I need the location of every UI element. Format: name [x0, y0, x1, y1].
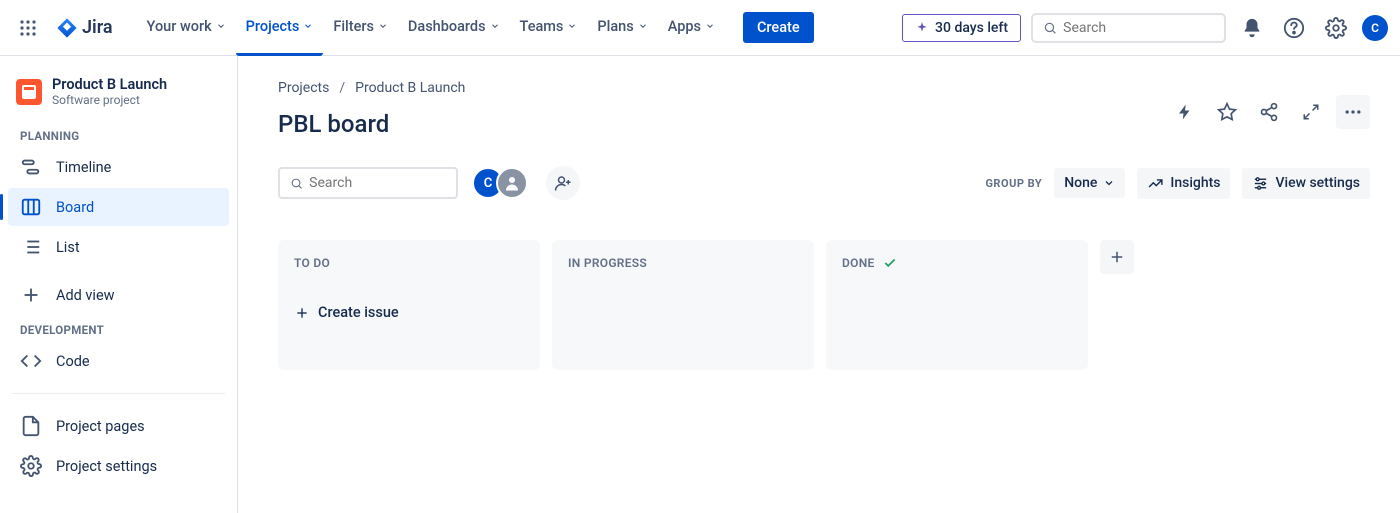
- nav-items: Your work Projects Filters Dashboards Te…: [137, 0, 725, 56]
- create-issue-button[interactable]: Create issue: [288, 300, 530, 325]
- main-content: Projects / Product B Launch PBL board C: [238, 56, 1400, 513]
- settings-icon[interactable]: [1320, 12, 1352, 44]
- plus-icon: [294, 305, 310, 321]
- board-icon: [20, 196, 42, 218]
- column-header: DONE: [836, 254, 1078, 272]
- search-icon: [1043, 20, 1057, 36]
- star-icon[interactable]: [1210, 95, 1244, 129]
- chevron-down-icon: [378, 21, 388, 31]
- notifications-icon[interactable]: [1236, 12, 1268, 44]
- automation-icon[interactable]: [1168, 95, 1202, 129]
- timeline-icon: [20, 156, 42, 178]
- add-person-icon: [554, 174, 572, 192]
- board-search-input[interactable]: [309, 175, 446, 191]
- more-icon[interactable]: [1336, 95, 1370, 129]
- breadcrumb-project[interactable]: Product B Launch: [355, 80, 465, 96]
- header-actions: [1168, 95, 1370, 129]
- nav-right: 30 days left C: [902, 12, 1388, 44]
- nav-apps[interactable]: Apps: [658, 0, 725, 56]
- app-switcher-icon[interactable]: [12, 12, 44, 44]
- column-todo[interactable]: TO DO Create issue: [278, 240, 540, 370]
- nav-teams[interactable]: Teams: [510, 0, 588, 56]
- check-icon: [883, 256, 897, 270]
- list-icon: [20, 236, 42, 258]
- global-search[interactable]: [1031, 13, 1226, 43]
- board-columns: TO DO Create issue IN PROGRESS DONE: [278, 240, 1370, 370]
- jira-logo[interactable]: Jira: [48, 17, 121, 39]
- filter-right: GROUP BY None Insights View settings: [985, 168, 1370, 199]
- project-type: Software project: [52, 93, 167, 107]
- fullscreen-icon[interactable]: [1294, 95, 1328, 129]
- sidebar: Product B Launch Software project PLANNI…: [0, 56, 238, 513]
- breadcrumb-projects[interactable]: Projects: [278, 80, 329, 96]
- insights-button[interactable]: Insights: [1137, 168, 1230, 199]
- sparkle-icon: [915, 21, 929, 35]
- user-avatar[interactable]: C: [1362, 15, 1388, 41]
- logo-text: Jira: [82, 17, 113, 38]
- breadcrumb-separator: /: [339, 80, 345, 96]
- nav-left: Jira Your work Projects Filters Dashboar…: [12, 0, 814, 56]
- sidebar-project-settings[interactable]: Project settings: [8, 447, 229, 485]
- sliders-icon: [1252, 175, 1269, 192]
- chevron-down-icon: [638, 21, 648, 31]
- help-icon[interactable]: [1278, 12, 1310, 44]
- header-row: PBL board: [278, 110, 1370, 138]
- gear-icon: [20, 455, 42, 477]
- top-nav: Jira Your work Projects Filters Dashboar…: [0, 0, 1400, 56]
- chevron-down-icon: [705, 21, 715, 31]
- sidebar-item-board[interactable]: Board: [8, 188, 229, 226]
- create-button[interactable]: Create: [743, 12, 814, 43]
- sidebar-item-code[interactable]: Code: [8, 342, 229, 380]
- sidebar-add-view[interactable]: Add view: [8, 276, 229, 314]
- search-icon: [290, 176, 303, 191]
- chevron-down-icon: [567, 21, 577, 31]
- breadcrumb: Projects / Product B Launch: [278, 80, 1370, 96]
- chevron-down-icon: [303, 21, 313, 31]
- column-done[interactable]: DONE: [826, 240, 1088, 370]
- assignee-avatars: C: [472, 167, 528, 199]
- column-header: IN PROGRESS: [562, 254, 804, 272]
- share-icon[interactable]: [1252, 95, 1286, 129]
- chevron-down-icon: [1103, 177, 1115, 189]
- nav-filters[interactable]: Filters: [323, 0, 398, 56]
- board-search[interactable]: [278, 167, 458, 199]
- section-planning: PLANNING: [8, 121, 229, 147]
- chart-icon: [1147, 175, 1164, 192]
- nav-dashboards[interactable]: Dashboards: [398, 0, 510, 56]
- page-title: PBL board: [278, 110, 389, 138]
- page-icon: [20, 415, 42, 437]
- plus-icon: [1108, 248, 1126, 266]
- filter-row: C GROUP BY None Insights: [278, 166, 1370, 200]
- column-header: TO DO: [288, 254, 530, 272]
- chevron-down-icon: [216, 21, 226, 31]
- section-development: DEVELOPMENT: [8, 315, 229, 341]
- groupby-label: GROUP BY: [985, 177, 1042, 190]
- person-icon: [503, 174, 521, 192]
- add-column-button[interactable]: [1100, 240, 1134, 274]
- sidebar-item-list[interactable]: List: [8, 228, 229, 266]
- sidebar-project-pages[interactable]: Project pages: [8, 407, 229, 445]
- avatar-unassigned[interactable]: [496, 167, 528, 199]
- view-settings-button[interactable]: View settings: [1242, 168, 1370, 199]
- project-header[interactable]: Product B Launch Software project: [8, 76, 229, 121]
- plus-icon: [20, 284, 42, 306]
- chevron-down-icon: [490, 21, 500, 31]
- project-icon: [16, 79, 42, 105]
- sidebar-item-timeline[interactable]: Timeline: [8, 148, 229, 186]
- project-name: Product B Launch: [52, 76, 167, 93]
- nav-plans[interactable]: Plans: [587, 0, 657, 56]
- add-people-button[interactable]: [546, 166, 580, 200]
- nav-your-work[interactable]: Your work: [137, 0, 236, 56]
- column-in-progress[interactable]: IN PROGRESS: [552, 240, 814, 370]
- global-search-input[interactable]: [1063, 20, 1214, 36]
- nav-projects[interactable]: Projects: [236, 0, 324, 56]
- code-icon: [20, 350, 42, 372]
- trial-days-left[interactable]: 30 days left: [902, 14, 1021, 42]
- groupby-dropdown[interactable]: None: [1054, 168, 1125, 198]
